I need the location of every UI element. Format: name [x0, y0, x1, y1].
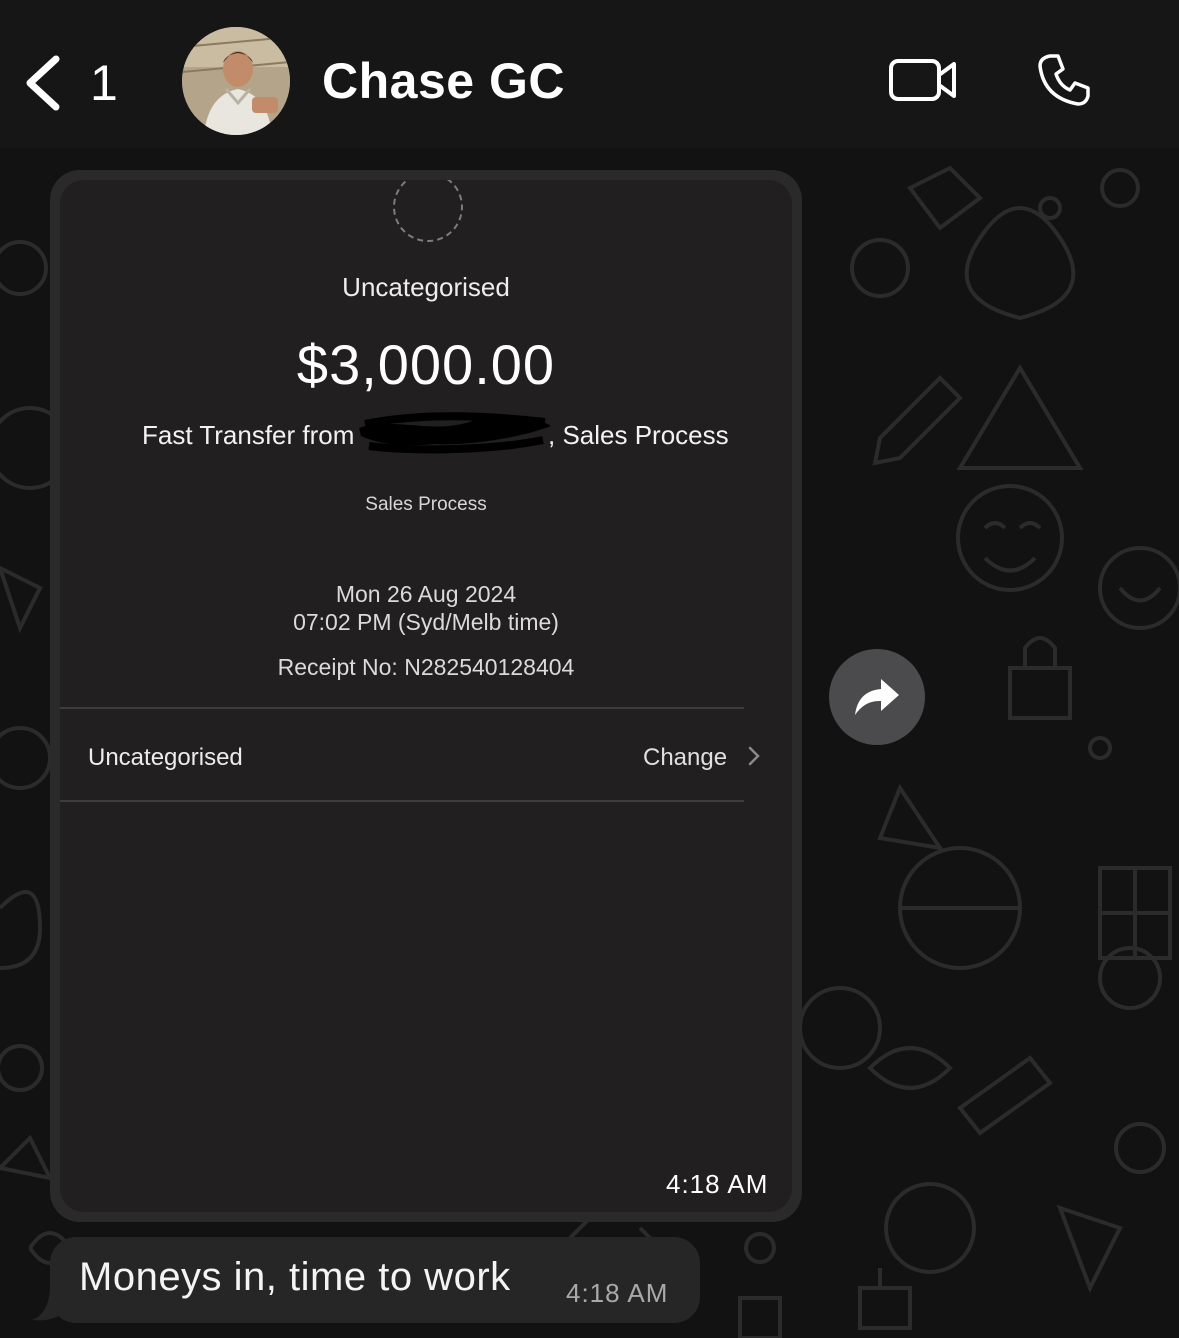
chevron-right-icon	[748, 746, 760, 766]
receipt-number: Receipt No: N282540128404	[277, 654, 575, 680]
change-category-link[interactable]: Change	[643, 744, 727, 772]
phone-icon[interactable]	[1036, 52, 1092, 108]
receipt-date: Mon 26 Aug 2024	[335, 581, 517, 607]
chat-title[interactable]: Chase GC	[322, 52, 565, 110]
receipt-from-suffix: , Sales Process	[548, 420, 729, 450]
receipt-category: Uncategorised	[342, 272, 510, 302]
image-message-timestamp: 4:18 AM	[666, 1169, 769, 1199]
back-button[interactable]: 1	[20, 48, 130, 118]
avatar[interactable]	[182, 27, 290, 135]
receipt-time: 07:02 PM (Syd/Melb time)	[293, 609, 559, 635]
receipt-from-prefix: Fast Transfer from	[142, 420, 355, 450]
chat-header: 1 Chase GC	[0, 0, 1179, 148]
receipt-sub-label: Sales Process	[365, 494, 487, 515]
message-timestamp: 4:18 AM	[566, 1278, 669, 1308]
receipt-amount: $3,000.00	[296, 333, 556, 396]
receipt-date-time: Mon 26 Aug 2024 07:02 PM (Syd/Melb time)	[60, 580, 792, 636]
video-camera-icon[interactable]	[888, 55, 958, 105]
merchant-logo-placeholder	[393, 180, 463, 242]
category-row-label: Uncategorised	[88, 744, 243, 771]
divider	[60, 707, 744, 709]
forward-button[interactable]	[829, 649, 925, 745]
share-arrow-icon	[855, 679, 899, 715]
chevron-left-icon	[26, 55, 60, 111]
redaction-scribble	[359, 412, 551, 454]
divider	[60, 800, 744, 802]
receipt-screenshot[interactable]: Uncategorised $3,000.00 Fast Transfer fr…	[60, 180, 792, 1212]
message-text: Moneys in, time to work	[79, 1255, 511, 1299]
unread-count: 1	[90, 55, 118, 111]
